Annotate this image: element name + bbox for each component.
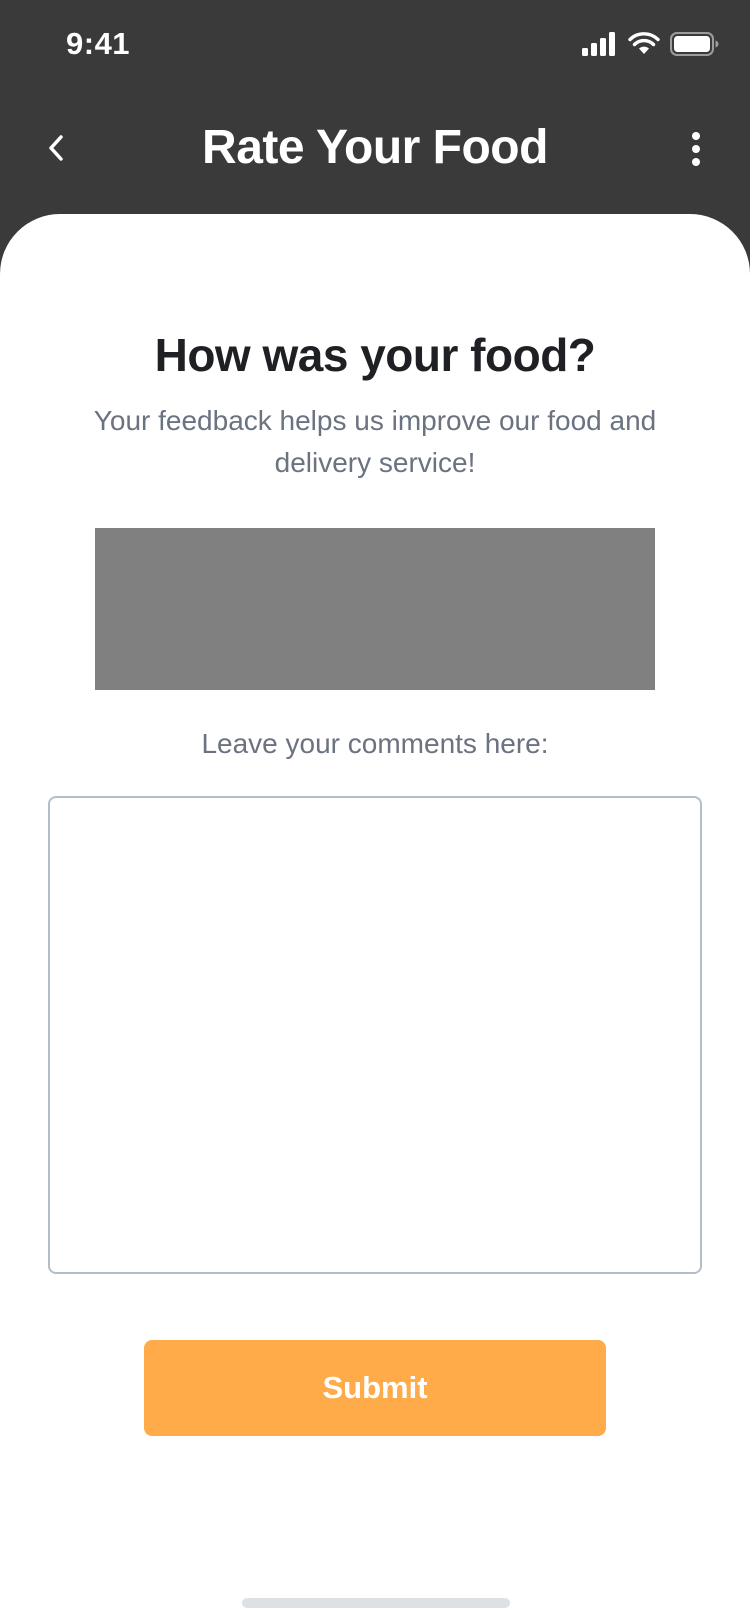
page-title: Rate Your Food (202, 121, 548, 174)
wifi-icon (628, 32, 660, 61)
status-icons (582, 32, 720, 61)
rating-image-placeholder (95, 528, 655, 690)
comments-label: Leave your comments here: (201, 728, 549, 759)
battery-icon (670, 32, 720, 61)
feedback-question: How was your food? (154, 329, 596, 381)
cellular-signal-icon (582, 32, 618, 61)
submit-button[interactable]: Submit (144, 1340, 606, 1436)
home-indicator (242, 1598, 510, 1608)
feedback-card: How was your food? Your feedback helps u… (0, 214, 750, 1624)
comments-field[interactable] (48, 796, 702, 1274)
feedback-subtitle: Your feedback helps us improve our food … (93, 405, 657, 478)
more-vertical-icon (690, 131, 702, 171)
more-options-button[interactable] (678, 126, 714, 176)
status-bar: 9:41 (0, 0, 750, 92)
status-time: 9:41 (66, 26, 131, 61)
rate-food-screen: 9:41 Rate Your Food How was your food? Y… (0, 0, 750, 1624)
app-header: Rate Your Food (0, 100, 750, 204)
